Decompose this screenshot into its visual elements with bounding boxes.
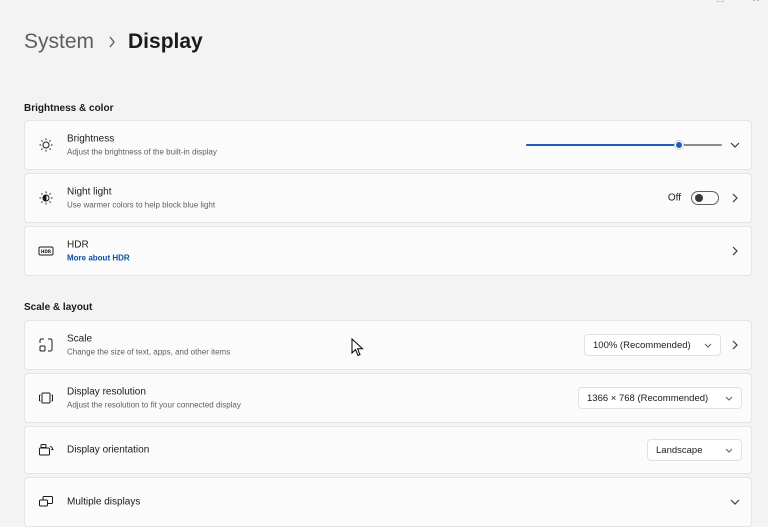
svg-text:HDR: HDR [41,249,52,254]
multiple-displays-card[interactable]: Multiple displays [24,477,752,527]
orientation-dropdown[interactable]: Landscape [647,439,742,461]
night-light-state: Off [667,192,681,204]
page-title: Display [128,30,203,53]
resolution-value: 1366 × 768 (Recommended) [587,392,709,404]
hdr-title: HDR [67,239,89,251]
multiple-displays-icon [37,493,55,511]
orientation-title: Display orientation [67,444,150,456]
hdr-card[interactable]: HDR HDR More about HDR [24,226,752,276]
breadcrumb: System Display [24,28,203,56]
breadcrumb-system[interactable]: System [24,30,94,54]
scale-icon [37,336,55,354]
scale-title: Scale [67,333,93,345]
minimize-icon[interactable]: — [680,0,690,5]
sun-icon [37,136,55,154]
night-light-title: Night light [67,186,112,198]
night-light-card[interactable]: Night light Use warmer colors to help bl… [24,173,752,223]
brightness-slider[interactable] [526,140,722,150]
resolution-desc: Adjust the resolution to fit your connec… [67,400,241,410]
close-icon[interactable]: ✕ [752,0,760,5]
scale-card[interactable]: Scale Change the size of text, apps, and… [24,320,752,370]
maximize-icon[interactable]: □ [718,0,724,5]
section-title-scale-layout: Scale & layout [24,302,93,313]
chevron-right-icon[interactable] [729,339,741,351]
toggle-knob [695,194,703,202]
hdr-link[interactable]: More about HDR [67,253,130,264]
slider-thumb[interactable] [673,140,684,150]
night-light-desc: Use warmer colors to help block blue lig… [67,200,216,210]
orientation-card[interactable]: Display orientation Landscape [24,426,752,474]
scale-dropdown[interactable]: 100% (Recommended) [584,334,721,356]
night-light-toggle[interactable] [691,191,719,205]
chevron-down-icon[interactable] [729,139,741,151]
chevron-down-icon [725,396,733,401]
brightness-desc: Adjust the brightness of the built-in di… [67,147,217,157]
multiple-displays-title: Multiple displays [67,496,141,508]
chevron-right-icon[interactable] [729,245,741,257]
resolution-title: Display resolution [67,386,146,398]
resolution-card[interactable]: Display resolution Adjust the resolution… [24,373,752,423]
brightness-title: Brightness [67,133,115,145]
resolution-icon [37,389,55,407]
resolution-dropdown[interactable]: 1366 × 768 (Recommended) [578,387,742,409]
slider-fill [526,144,679,146]
orientation-icon [37,441,55,459]
chevron-down-icon[interactable] [729,496,741,508]
chevron-right-icon[interactable] [729,192,741,204]
window-controls: — □ ✕ [680,0,760,5]
section-title-brightness-color: Brightness & color [24,103,114,114]
chevron-right-icon [108,36,116,48]
hdr-icon: HDR [37,242,55,260]
mouse-cursor-icon [351,337,365,358]
scale-desc: Change the size of text, apps, and other… [67,347,231,357]
chevron-down-icon [725,448,733,453]
night-light-icon [37,189,55,207]
chevron-down-icon [704,343,712,348]
brightness-card[interactable]: Brightness Adjust the brightness of the … [24,120,752,170]
orientation-value: Landscape [656,444,703,456]
scale-value: 100% (Recommended) [593,339,691,351]
